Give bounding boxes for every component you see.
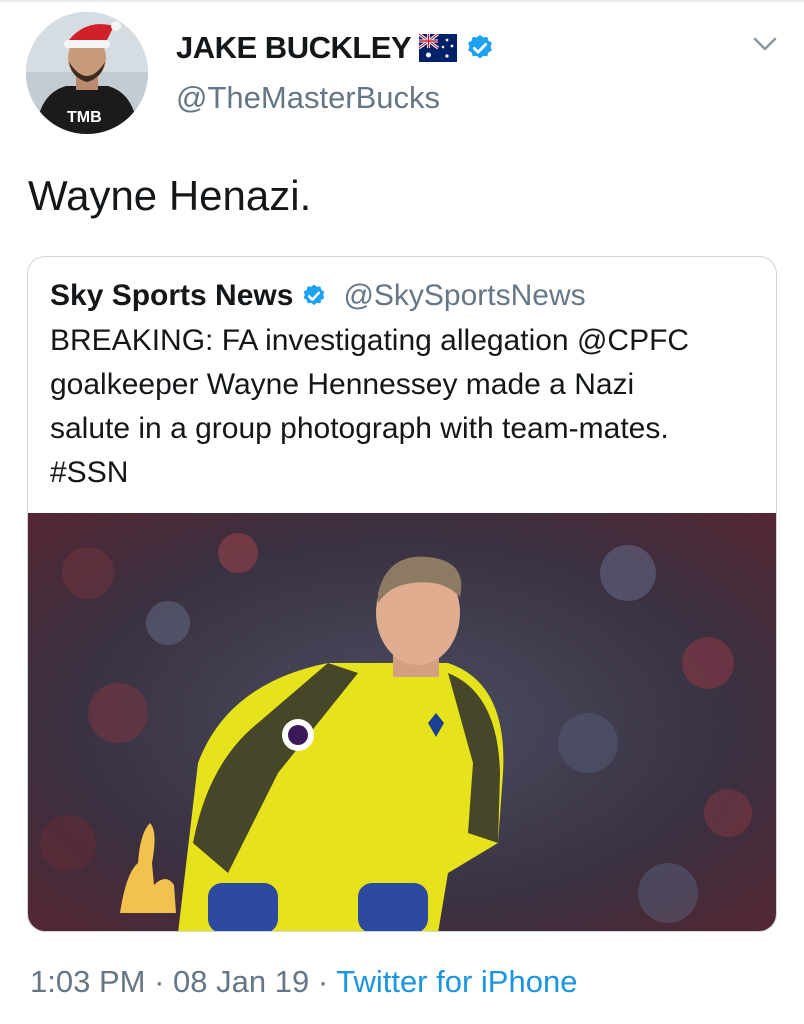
tweet-text: Wayne Henazi. — [28, 172, 312, 219]
quoted-text-line: goalkeeper Wayne Hennessey made a Nazi — [50, 368, 635, 401]
top-divider — [0, 0, 804, 2]
verified-badge-icon — [468, 34, 493, 59]
quoted-tweet-header: Sky Sports News @SkySportsNews — [50, 279, 586, 313]
author-handle[interactable]: @TheMasterBucks — [176, 80, 440, 116]
australia-flag-icon — [419, 34, 458, 62]
meta-separator: · — [154, 964, 165, 999]
tweet-date[interactable]: 08 Jan 19 — [173, 964, 309, 999]
author-name-row[interactable]: JAKE BUCKLEY — [176, 30, 495, 66]
tweet-time[interactable]: 1:03 PM — [30, 964, 145, 999]
goalkeeper-photo[interactable] — [28, 513, 777, 932]
quoted-tweet-card[interactable]: Sky Sports News @SkySportsNews BREAKING:… — [27, 256, 777, 932]
tweet-meta: 1:03 PM · 08 Jan 19 · Twitter for iPhone — [30, 964, 577, 1000]
author-avatar[interactable]: TMB — [26, 12, 148, 134]
meta-separator: · — [317, 964, 329, 999]
quoted-tweet-text: BREAKING: FA investigating allegation @C… — [50, 319, 750, 495]
avatar-logo: TMB — [67, 109, 102, 126]
quoted-text-line: salute in a group photograph with team-m… — [50, 412, 669, 445]
tweet-source-link[interactable]: Twitter for iPhone — [336, 964, 577, 999]
author-display-name[interactable]: JAKE BUCKLEY — [176, 30, 412, 66]
quoted-hashtag[interactable]: #SSN — [50, 451, 750, 495]
quoted-text-line: BREAKING: FA investigating allegation @C… — [50, 324, 690, 357]
chevron-down-icon[interactable] — [752, 34, 778, 54]
quoted-display-name: Sky Sports News — [50, 279, 294, 312]
avatar-image: TMB — [26, 12, 148, 134]
quoted-handle: @SkySportsNews — [343, 279, 586, 312]
quoted-verified-badge-icon — [304, 284, 325, 305]
